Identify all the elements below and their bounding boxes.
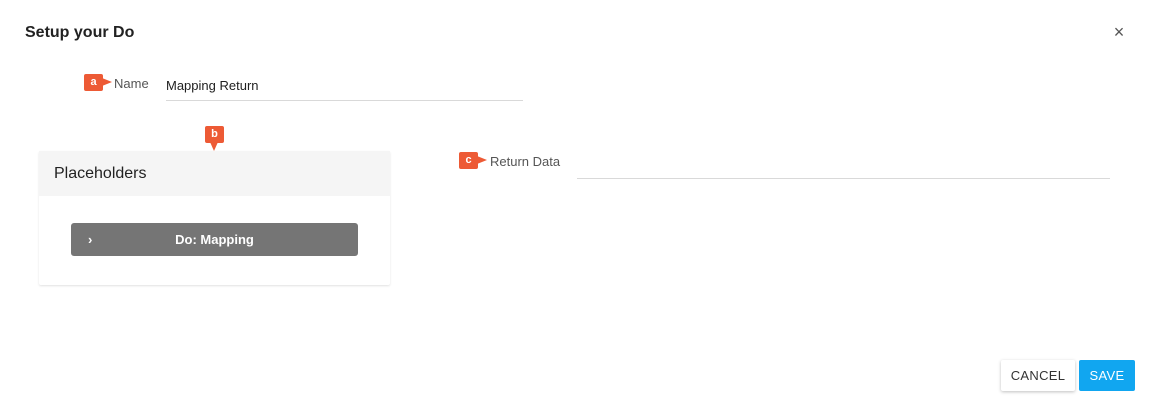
- placeholders-header: Placeholders: [39, 151, 390, 196]
- chevron-right-icon: ›: [88, 232, 93, 247]
- placeholders-panel: Placeholders › Do: Mapping: [39, 151, 390, 285]
- dialog-title: Setup your Do: [25, 24, 135, 41]
- placeholder-do-mapping-button[interactable]: › Do: Mapping: [71, 223, 358, 256]
- name-label: Name: [114, 76, 149, 91]
- return-data-input[interactable]: [577, 148, 1110, 179]
- annotation-badge-a: a: [84, 74, 112, 91]
- placeholder-item-label: Do: Mapping: [175, 232, 254, 247]
- return-data-label: Return Data: [490, 154, 561, 169]
- close-icon[interactable]: ×: [1109, 22, 1129, 42]
- annotation-badge-c: c: [459, 152, 487, 169]
- save-button[interactable]: SAVE: [1079, 360, 1135, 391]
- cancel-button[interactable]: CANCEL: [1001, 360, 1075, 391]
- name-input[interactable]: [166, 70, 523, 101]
- annotation-badge-b: b: [205, 126, 224, 151]
